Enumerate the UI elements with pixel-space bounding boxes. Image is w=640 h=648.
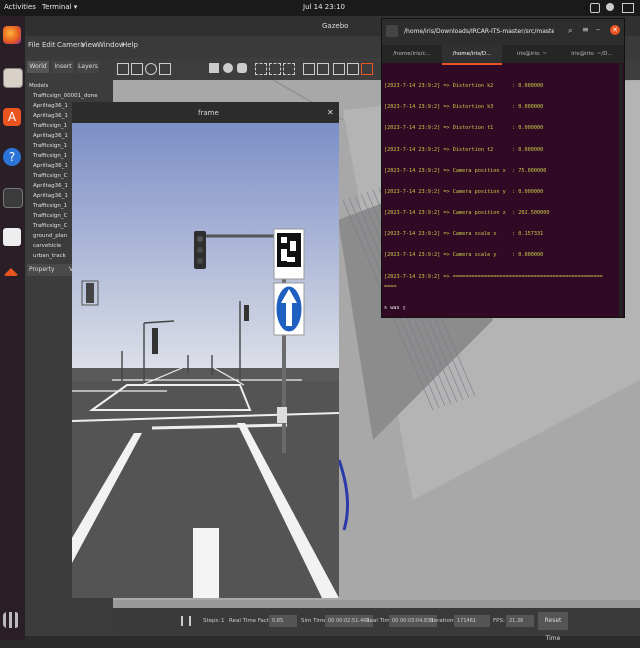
tree-item[interactable]: Apriltag36_1 <box>33 183 68 189</box>
software-icon[interactable]: A <box>3 108 21 126</box>
fps-label: FPS: <box>493 618 505 624</box>
terminal-line: [2023-7-14 23:9:2] => ==================… <box>384 274 603 280</box>
tree-item[interactable]: urban_track <box>33 253 66 259</box>
steps-label: Steps: <box>203 618 221 624</box>
sphere-shape-icon[interactable] <box>223 63 233 73</box>
frame-title: frame <box>198 109 219 117</box>
volume-icon[interactable] <box>606 3 614 11</box>
scale-tool-icon[interactable] <box>159 63 171 75</box>
terminal-titlebar: /home/iris/Downloads/IRCAR-ITS-master/sr… <box>382 19 624 45</box>
gazebo-statusbar: Steps: 1 Real Time Factor: 0.85 Sim Time… <box>113 608 640 642</box>
terminal-line: [2023-7-14 23:9:2] => Camera position x … <box>384 168 547 174</box>
dock: A ? <box>0 16 25 640</box>
fps-value: 21.36 <box>506 615 534 627</box>
copy-icon[interactable] <box>303 63 315 75</box>
menu-edit[interactable]: Edit <box>42 41 56 49</box>
tree-item[interactable]: ground_plan <box>33 233 67 239</box>
menu-help[interactable]: Help <box>122 41 138 49</box>
terminal-line: [2023-7-14 23:9:2] => Distortion k3 : 0.… <box>384 104 544 110</box>
tree-item[interactable]: Trafficsign_C <box>33 213 68 219</box>
tree-models[interactable]: Models <box>29 83 48 89</box>
power-icon[interactable] <box>622 3 634 13</box>
search-icon[interactable]: ⌕ <box>568 26 572 36</box>
terminal-prompt: s was ▯ <box>384 305 406 311</box>
reset-time-button[interactable]: Reset Time <box>538 612 568 642</box>
terminal-window: /home/iris/Downloads/IRCAR-ITS-master/sr… <box>381 18 625 318</box>
frame-titlebar: frame ✕ <box>72 102 339 123</box>
search-app-icon[interactable] <box>3 228 21 246</box>
terminal-tab[interactable]: iris@iris: ~/D... <box>562 45 622 63</box>
terminal-line: [2023-7-14 23:9:2] => Camera position z … <box>384 210 550 216</box>
snap-icon[interactable] <box>347 63 359 75</box>
terminal-tabs: /home/iris/c... /home/iris/D... iris@iri… <box>382 45 624 65</box>
launcher-icon[interactable] <box>3 268 19 276</box>
terminal-tab[interactable]: iris@iris: ~ <box>502 45 562 63</box>
rtf-value: 0.85 <box>269 615 297 627</box>
terminal-line: ==== <box>384 284 397 290</box>
terminal-title: /home/iris/Downloads/IRCAR-ITS-master/sr… <box>404 28 554 35</box>
tree-item[interactable]: Apriltag36_1 <box>33 103 68 109</box>
terminal-line: [2023-7-14 23:9:2] => Distortion t2 : 0.… <box>384 147 544 153</box>
terminal-line: [2023-7-14 23:9:2] => Distortion k2 : 0.… <box>384 83 544 89</box>
cylinder-shape-icon[interactable] <box>237 63 247 73</box>
terminal-tab-active[interactable]: /home/iris/D... <box>442 45 502 65</box>
select-tool-icon[interactable] <box>117 63 129 75</box>
tab-layers[interactable]: Layers <box>77 61 99 73</box>
menu-file[interactable]: File <box>28 41 40 49</box>
steps-value[interactable]: 1 <box>221 618 225 624</box>
menu-icon[interactable]: ≡ <box>582 25 589 34</box>
tree-item[interactable]: Apriltag36_1 <box>33 193 68 199</box>
files-icon[interactable] <box>3 68 23 88</box>
camera-image <box>72 123 339 598</box>
spot-light-icon[interactable] <box>269 63 281 75</box>
align-icon[interactable] <box>333 63 345 75</box>
minimize-icon[interactable]: – <box>596 25 600 34</box>
tab-world[interactable]: World <box>27 61 49 73</box>
tree-item[interactable]: Apriltag36_1 <box>33 133 68 139</box>
iterations-value: 171461 <box>454 615 490 627</box>
tree-item[interactable]: Trafficsign_1 <box>33 153 67 159</box>
firefox-icon[interactable] <box>3 26 21 44</box>
terminal-line: [2023-7-14 23:9:2] => Camera scale x : 0… <box>384 231 544 237</box>
terminal-line: [2023-7-14 23:9:2] => Distortion t1 : 0.… <box>384 125 544 131</box>
tree-item[interactable]: Trafficsign_00001_done <box>33 93 98 99</box>
tree-item[interactable]: Trafficsign_1 <box>33 203 67 209</box>
box-shape-icon[interactable] <box>209 63 219 73</box>
network-icon[interactable] <box>590 3 600 13</box>
terminal-line: [2023-7-14 23:9:2] => Camera position y … <box>384 189 544 195</box>
show-apps-icon[interactable] <box>3 612 19 628</box>
directional-light-icon[interactable] <box>283 63 295 75</box>
tree-item[interactable]: Trafficsign_C <box>33 223 68 229</box>
tree-item[interactable]: Apriltag36_1 <box>33 163 68 169</box>
tree-item[interactable]: carvehicle <box>33 243 61 249</box>
terminal-icon[interactable] <box>3 188 23 208</box>
rotate-tool-icon[interactable] <box>145 63 157 75</box>
tree-item[interactable]: Trafficsign_1 <box>33 123 67 129</box>
translate-tool-icon[interactable] <box>131 63 143 75</box>
app-menu[interactable]: Terminal ▾ <box>42 3 77 11</box>
top-bar: Activities Terminal ▾ Jul 14 23:10 <box>0 0 640 16</box>
screenshot-icon[interactable] <box>361 63 373 75</box>
terminal-line: [2023-7-14 23:9:2] => Camera scale y : 0… <box>384 252 544 258</box>
pause-icon[interactable] <box>181 616 191 626</box>
frame-window: frame ✕ <box>72 102 339 598</box>
tab-insert[interactable]: Insert <box>52 61 74 73</box>
tree-item[interactable]: Trafficsign_C <box>33 173 68 179</box>
close-icon[interactable]: ✕ <box>610 25 620 35</box>
point-light-icon[interactable] <box>255 63 267 75</box>
gazebo-title: Gazebo <box>322 22 349 30</box>
activities-button[interactable]: Activities <box>4 3 36 11</box>
help-icon[interactable]: ? <box>3 148 21 166</box>
terminal-output[interactable]: [2023-7-14 23:9:2] => Distortion k2 : 0.… <box>382 63 618 317</box>
paste-icon[interactable] <box>317 63 329 75</box>
new-tab-icon[interactable] <box>386 25 398 37</box>
tree-item[interactable]: Apriltag36_1 <box>33 113 68 119</box>
clock[interactable]: Jul 14 23:10 <box>303 3 345 11</box>
terminal-tab[interactable]: /home/iris/c... <box>382 45 442 63</box>
menu-view[interactable]: View <box>81 41 98 49</box>
menu-window[interactable]: Window <box>97 41 125 49</box>
close-icon[interactable]: ✕ <box>327 108 334 117</box>
terminal-scrollbar[interactable] <box>619 63 623 317</box>
tree-item[interactable]: Trafficsign_1 <box>33 143 67 149</box>
